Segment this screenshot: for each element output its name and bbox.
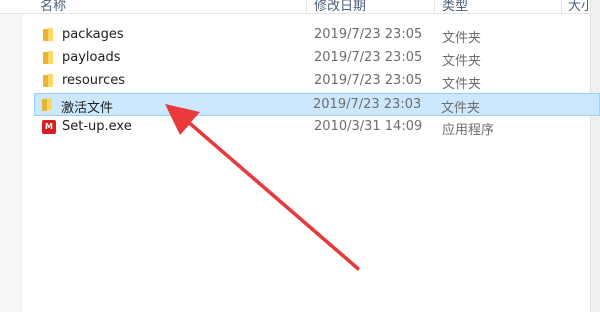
column-name[interactable]: 名称	[40, 0, 66, 14]
column-date[interactable]: 修改日期	[314, 0, 366, 14]
file-name: resources	[62, 73, 126, 88]
file-type: 应用程序	[442, 123, 495, 138]
file-row-activation[interactable]: 激活文件 2019/7/23 23:03 文件夹	[34, 93, 600, 116]
navigation-pane-edge	[0, 14, 22, 312]
column-divider[interactable]	[434, 0, 435, 14]
column-type[interactable]: 类型	[442, 0, 468, 14]
adobe-app-icon: M	[42, 120, 58, 134]
file-name: Set-up.exe	[62, 119, 132, 134]
file-name: packages	[62, 27, 124, 42]
file-date: 2019/7/23 23:05	[314, 50, 423, 65]
column-header: 名称 修改日期 类型 大小	[0, 0, 600, 14]
file-type: 文件夹	[442, 54, 482, 69]
file-date: 2019/7/23 23:03	[313, 97, 422, 112]
file-name: 激活文件	[61, 101, 114, 116]
file-date: 2019/7/23 23:05	[314, 73, 423, 88]
file-type: 文件夹	[441, 101, 481, 116]
file-row-setup[interactable]: M Set-up.exe 2010/3/31 14:09 应用程序	[36, 116, 600, 139]
file-row-resources[interactable]: resources 2019/7/23 23:05 文件夹	[36, 70, 600, 93]
folder-icon	[42, 51, 58, 65]
folder-icon	[41, 98, 57, 112]
file-type: 文件夹	[442, 31, 482, 46]
file-list: packages 2019/7/23 23:05 文件夹 payloads 20…	[34, 24, 600, 139]
file-row-payloads[interactable]: payloads 2019/7/23 23:05 文件夹	[36, 47, 600, 70]
column-divider[interactable]	[561, 0, 562, 14]
file-date: 2010/3/31 14:09	[314, 119, 423, 134]
folder-icon	[42, 74, 58, 88]
file-name: payloads	[62, 50, 121, 65]
file-date: 2019/7/23 23:05	[314, 27, 423, 42]
file-row-packages[interactable]: packages 2019/7/23 23:05 文件夹	[36, 24, 600, 47]
file-type: 文件夹	[442, 77, 482, 92]
folder-icon	[42, 28, 58, 42]
column-divider[interactable]	[306, 0, 307, 14]
